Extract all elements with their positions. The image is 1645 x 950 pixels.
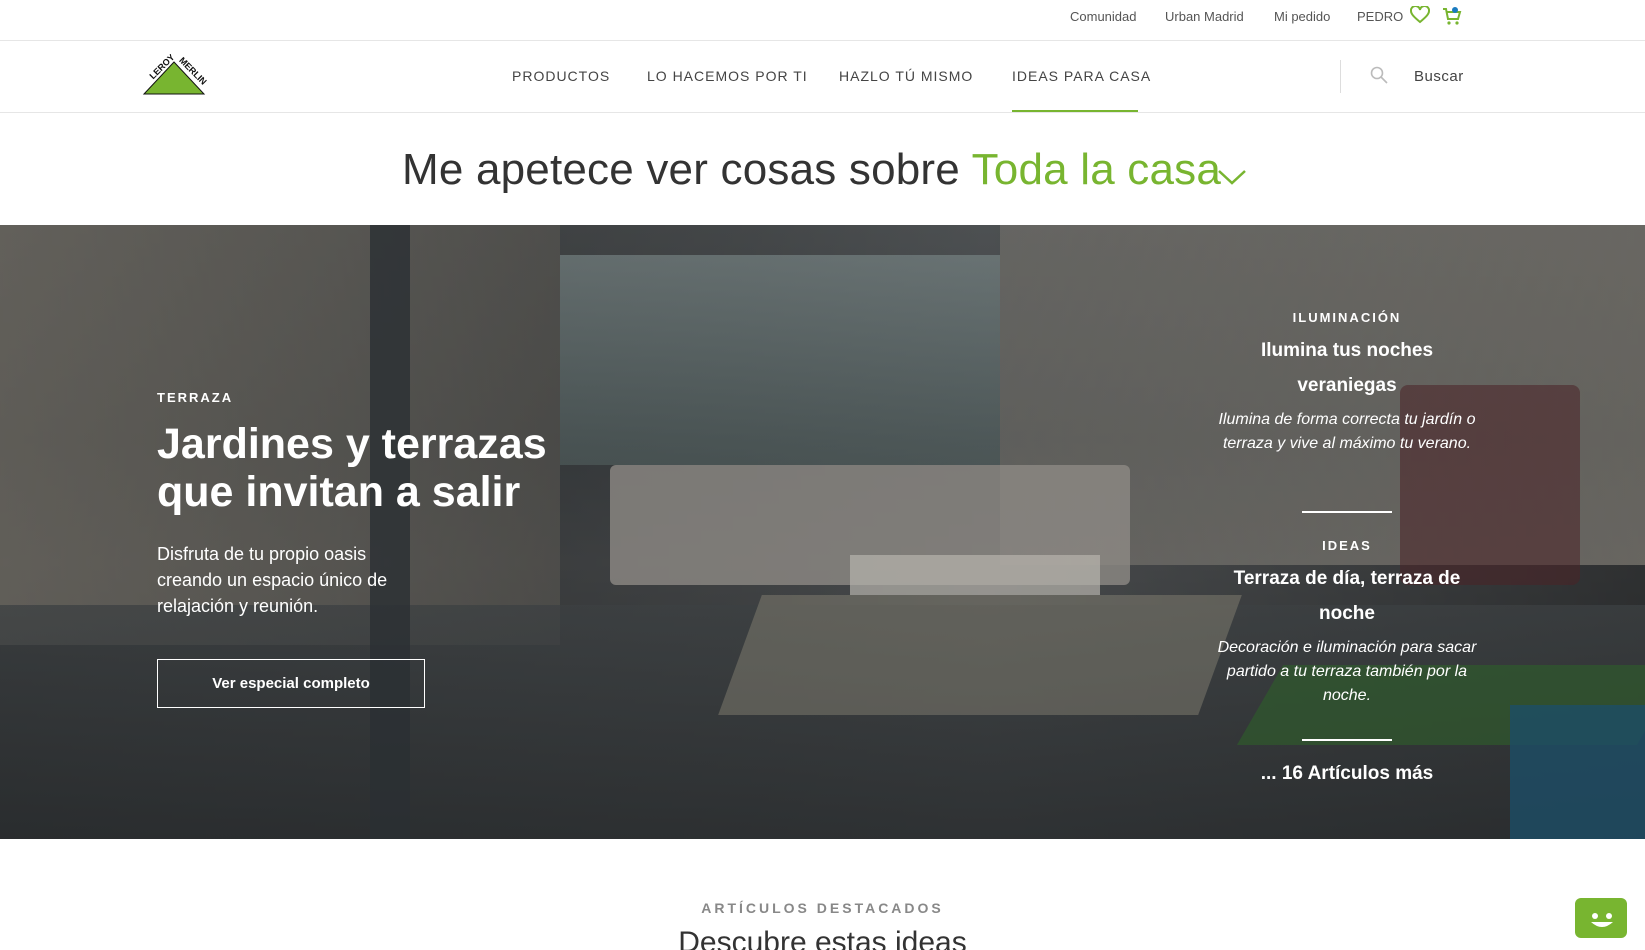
user-name[interactable]: PEDRO [1357,9,1403,24]
hero-banner: TERRAZA Jardines y terrazas que invitan … [0,225,1645,839]
nav-lo-hacemos-por-ti[interactable]: LO HACEMOS POR TI [647,68,808,84]
search-button[interactable]: Buscar [1414,68,1464,85]
search-icon[interactable] [1370,66,1388,89]
nav-divider [1340,60,1341,93]
side-article-title[interactable]: Ilumina tus noches veraniegas [1217,333,1477,403]
chevron-down-icon[interactable] [1217,168,1247,191]
featured-label: ARTÍCULOS DESTACADOS [701,900,944,916]
hero-photo-pool [1510,705,1645,839]
link-comunidad[interactable]: Comunidad [1070,9,1137,24]
link-urban-madrid[interactable]: Urban Madrid [1165,9,1244,24]
nav-ideas-para-casa[interactable]: IDEAS PARA CASA [1012,68,1151,84]
side-article-category: ILUMINACIÓN [1292,310,1402,325]
hero-category: TERRAZA [157,390,234,405]
hero-photo-pillar [370,225,410,839]
hero-title[interactable]: Jardines y terrazas que invitan a salir [157,420,617,516]
divider [1302,511,1392,513]
topic-selector: Me apetece ver cosas sobre Toda la casa [0,113,1645,225]
hero-photo-table [850,555,1100,595]
hero-photo-rug [718,595,1242,715]
ver-especial-button[interactable]: Ver especial completo [157,659,425,708]
hero-description: Disfruta de tu propio oasis creando un e… [157,544,388,616]
hero-photo-window [560,255,1000,465]
leroy-merlin-logo[interactable]: LEROY MERLIN [140,52,209,96]
side-article-1[interactable]: ILUMINACIÓN Ilumina tus noches veraniega… [1217,310,1477,456]
topic-selector-text: Me apetece ver cosas sobre Toda la casa [402,145,1221,195]
side-article-description: Ilumina de forma correcta tu jardín o te… [1218,411,1476,452]
divider [1302,739,1392,741]
cart-icon[interactable] [1442,6,1462,31]
side-article-title[interactable]: Terraza de día, terraza de noche [1217,561,1477,631]
side-article-2[interactable]: IDEAS Terraza de día, terraza de noche D… [1217,538,1477,708]
link-mi-pedido[interactable]: Mi pedido [1274,9,1330,24]
more-articles-link[interactable]: ... 16 Artículos más [1217,763,1477,785]
utility-bar: Comunidad Urban Madrid Mi pedido PEDRO [0,0,1645,41]
heart-icon[interactable] [1410,4,1430,29]
topic-dropdown[interactable]: Toda la casa [972,145,1221,194]
main-navigation: LEROY MERLIN PRODUCTOS LO HACEMOS POR TI… [0,41,1645,113]
nav-hazlo-tu-mismo[interactable]: HAZLO TÚ MISMO [839,68,973,84]
active-nav-indicator [1012,110,1138,112]
side-article-category: IDEAS [1322,538,1372,553]
featured-title: Descubre estas ideas [678,926,967,950]
nav-productos[interactable]: PRODUCTOS [512,68,610,84]
chat-bot-icon[interactable] [1575,898,1627,938]
side-article-description: Decoración e iluminación para sacar part… [1217,639,1477,704]
selector-prefix: Me apetece ver cosas sobre [402,145,960,194]
